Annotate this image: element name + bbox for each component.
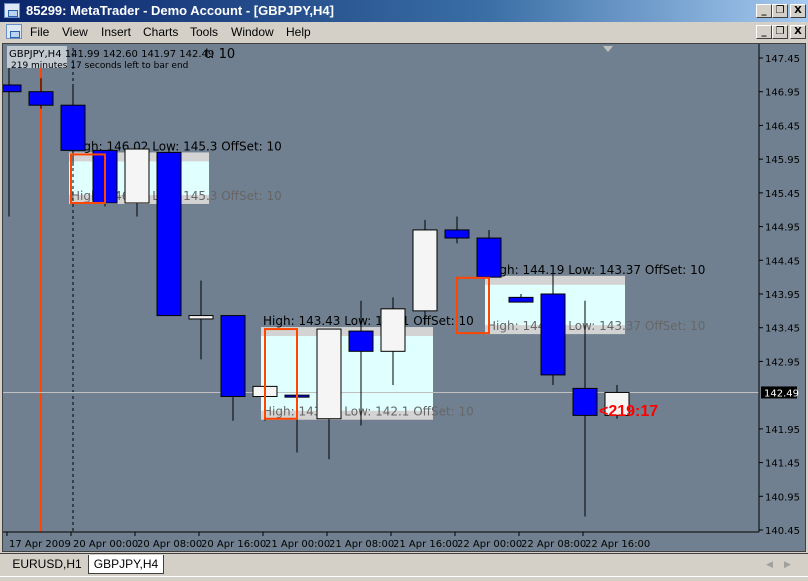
time-tick-label: 21 Apr 00:00 bbox=[265, 539, 330, 550]
bull-candle bbox=[188, 315, 214, 320]
bear-candle bbox=[156, 151, 182, 317]
metatrader-app-icon bbox=[4, 3, 20, 18]
price-tick-label: 146.45 bbox=[765, 121, 800, 132]
tab-scroll-right-icon[interactable]: ▶ bbox=[784, 559, 791, 570]
chart-window-icon[interactable] bbox=[6, 24, 22, 39]
status-bar bbox=[0, 576, 808, 581]
menu-bar: File View Insert Charts Tools Window Hel… bbox=[0, 22, 808, 42]
price-tick-label: 145.95 bbox=[765, 155, 800, 166]
time-tick-label: 20 Apr 08:00 bbox=[137, 539, 202, 550]
bear-candle bbox=[348, 330, 374, 352]
menu-file[interactable]: File bbox=[30, 25, 49, 39]
ohlc-info: GBPJPY,H4 141.99 142.60 141.97 142.49 bbox=[9, 49, 214, 60]
minimize-button[interactable]: _ bbox=[756, 4, 772, 18]
price-tick-label: 147.45 bbox=[765, 54, 800, 65]
bull-candle bbox=[412, 229, 438, 312]
time-tick-label: 22 Apr 00:00 bbox=[457, 539, 522, 550]
chart-minimize-button[interactable]: _ bbox=[756, 25, 772, 39]
price-tick-label: 144.45 bbox=[765, 256, 800, 267]
time-tick-label: 20 Apr 00:00 bbox=[73, 539, 138, 550]
title-bar: 85299: MetaTrader - Demo Account - [GBPJ… bbox=[0, 0, 808, 22]
price-tick-label: 143.45 bbox=[765, 324, 800, 335]
bull-candle bbox=[124, 148, 150, 204]
bear-candle bbox=[508, 296, 534, 303]
price-tick-label: 145.45 bbox=[765, 189, 800, 200]
zone-high-label: High: 143.43 Low: 142.1 OffSet: 10 bbox=[263, 314, 474, 328]
chart-close-button[interactable]: X bbox=[790, 25, 806, 39]
menu-help[interactable]: Help bbox=[286, 25, 311, 39]
time-tick-label: 17 Apr 2009 bbox=[9, 539, 71, 550]
ohlc-info-overlap: t: 10 bbox=[205, 47, 235, 62]
zone-low-label: High: 143.43 Low: 142.1 OffSet: 10 bbox=[263, 405, 474, 419]
bear-candle bbox=[540, 293, 566, 376]
price-tick-label: 142.49 bbox=[764, 388, 799, 399]
bear-candle bbox=[444, 229, 470, 239]
time-tick-label: 20 Apr 16:00 bbox=[201, 539, 266, 550]
bear-candle bbox=[3, 84, 22, 93]
chart-restore-button[interactable]: ❐ bbox=[772, 25, 788, 39]
bear-candle bbox=[60, 104, 86, 151]
tab-scroll-left-icon[interactable]: ◀ bbox=[766, 559, 773, 570]
price-tick-label: 146.95 bbox=[765, 88, 800, 99]
menu-insert[interactable]: Insert bbox=[101, 25, 131, 39]
menu-tools[interactable]: Tools bbox=[190, 25, 218, 39]
time-tick-label: 22 Apr 08:00 bbox=[521, 539, 586, 550]
price-tick-label: 140.45 bbox=[765, 526, 800, 537]
bear-candle bbox=[28, 91, 54, 106]
menu-charts[interactable]: Charts bbox=[143, 25, 178, 39]
restore-button[interactable]: ❐ bbox=[772, 4, 788, 18]
menu-window[interactable]: Window bbox=[231, 25, 274, 39]
price-tick-label: 144.95 bbox=[765, 223, 800, 234]
bear-candle bbox=[220, 315, 246, 397]
countdown-label: <219:17 bbox=[599, 403, 658, 420]
menu-view[interactable]: View bbox=[62, 25, 88, 39]
chart-shift-marker-icon bbox=[603, 46, 613, 52]
price-tick-label: 140.95 bbox=[765, 492, 800, 503]
bear-candle bbox=[572, 387, 598, 416]
time-tick-label: 21 Apr 16:00 bbox=[393, 539, 458, 550]
price-tick-label: 141.45 bbox=[765, 459, 800, 470]
price-chart[interactable]: High: 146.02 Low: 145.3 OffSet: 10High: … bbox=[3, 44, 805, 551]
price-tick-label: 143.95 bbox=[765, 290, 800, 301]
chart-window[interactable]: High: 146.02 Low: 145.3 OffSet: 10 High: … bbox=[2, 43, 806, 552]
window-title: 85299: MetaTrader - Demo Account - [GBPJ… bbox=[26, 3, 334, 18]
close-button[interactable]: X bbox=[790, 4, 806, 18]
zone-top-band bbox=[485, 275, 625, 285]
price-tick-label: 141.95 bbox=[765, 425, 800, 436]
time-tick-label: 22 Apr 16:00 bbox=[585, 539, 650, 550]
tab-eurusd-h1[interactable]: EURUSD,H1 bbox=[6, 555, 88, 574]
time-tick-label: 21 Apr 08:00 bbox=[329, 539, 394, 550]
zone-low-label: High: 144.19 Low: 143.37 OffSet: 10 bbox=[487, 319, 705, 333]
chart-tabs: EURUSD,H1 GBPJPY,H4 ◀ ▶ bbox=[0, 553, 808, 576]
bear-candle bbox=[476, 237, 502, 278]
tab-gbpjpy-h4[interactable]: GBPJPY,H4 bbox=[88, 555, 164, 574]
bar-timer-text: 219 minutes 17 seconds left to bar end bbox=[11, 61, 188, 71]
price-tick-label: 142.95 bbox=[765, 357, 800, 368]
zone-high-label: High: 144.19 Low: 143.37 OffSet: 10 bbox=[487, 263, 705, 277]
bull-candle bbox=[380, 308, 406, 352]
bull-candle bbox=[316, 328, 342, 420]
